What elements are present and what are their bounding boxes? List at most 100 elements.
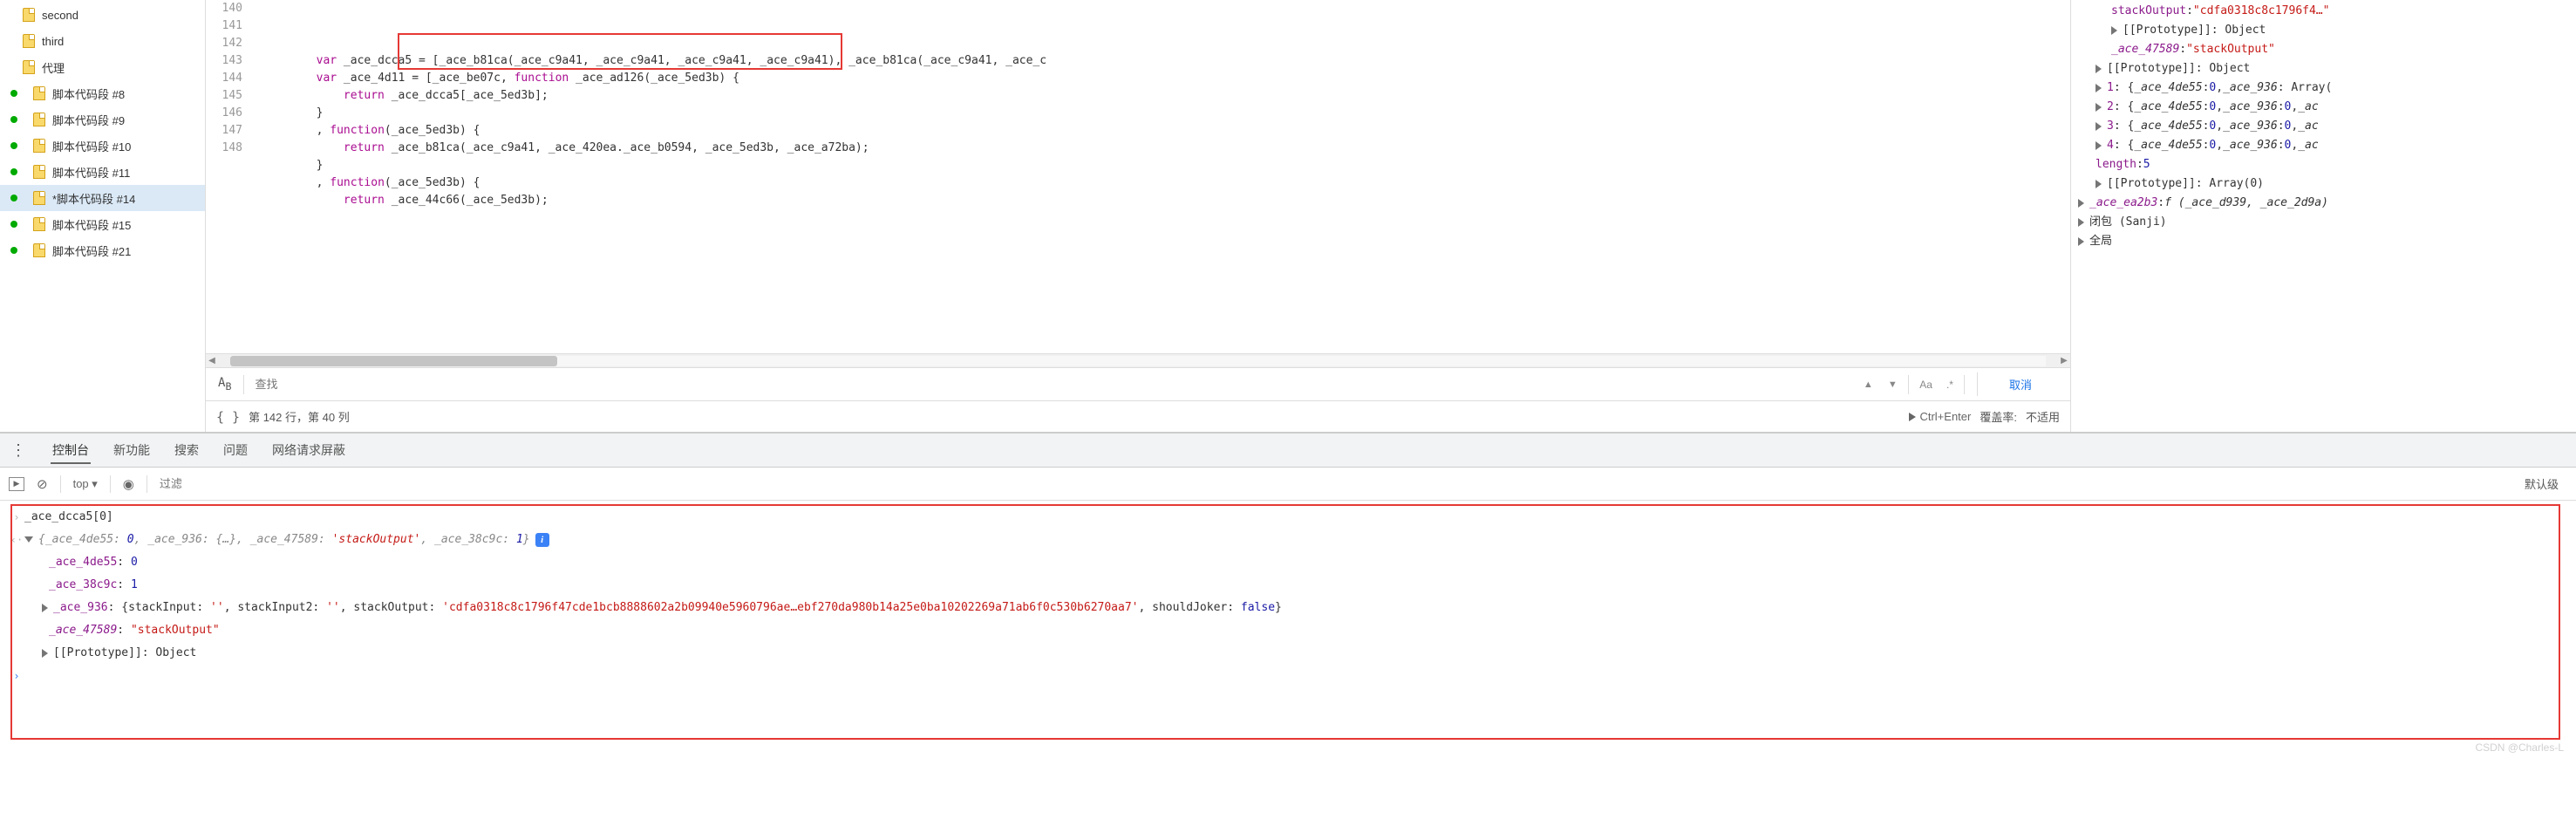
scope-row[interactable]: _ace_ea2b3: f (_ace_d939, _ace_2d9a)	[2075, 194, 2573, 213]
log-levels-selector[interactable]: 默认级	[2516, 475, 2567, 492]
snippet-file-item[interactable]: *脚本代码段 #14	[0, 185, 205, 211]
scope-row[interactable]: _ace_47589: "stackOutput"	[2075, 40, 2573, 59]
expand-icon[interactable]	[2078, 237, 2084, 246]
drawer-tab[interactable]: 搜索	[173, 438, 201, 462]
file-label: 脚本代码段 #8	[52, 85, 125, 102]
modified-dot-icon	[10, 168, 17, 175]
file-label: 代理	[42, 59, 65, 76]
coverage-label: 覆盖率:	[1980, 408, 2017, 425]
find-next-icon[interactable]: ▼	[1884, 376, 1901, 393]
scope-row[interactable]: [[Prototype]]: Array(0)	[2075, 174, 2573, 194]
expand-icon[interactable]	[2111, 26, 2117, 35]
snippet-file-item[interactable]: 脚本代码段 #8	[0, 80, 205, 106]
scope-row[interactable]: stackOutput: "cdfa0318c8c1796f4…"	[2075, 2, 2573, 21]
run-snippet-button[interactable]: Ctrl+Enter	[1909, 410, 1971, 423]
find-cancel-button[interactable]: 取消	[1977, 372, 2063, 396]
expand-icon[interactable]	[2078, 218, 2084, 227]
file-icon	[23, 8, 35, 22]
snippet-file-item[interactable]: second	[0, 2, 205, 28]
scope-row[interactable]: 3: {_ace_4de55: 0, _ace_936: 0, _ac	[2075, 117, 2573, 136]
scope-row[interactable]: 全局	[2075, 232, 2573, 251]
modified-dot-icon	[10, 142, 17, 149]
scope-row[interactable]: length: 5	[2075, 155, 2573, 174]
snippet-file-item[interactable]: 脚本代码段 #11	[0, 159, 205, 185]
scope-row[interactable]: 闭包 (Sanji)	[2075, 213, 2573, 232]
modified-dot-icon	[10, 247, 17, 254]
find-input[interactable]	[251, 374, 1852, 394]
snippet-file-item[interactable]: 脚本代码段 #9	[0, 106, 205, 133]
match-case-toggle[interactable]: Aa	[1916, 379, 1936, 391]
line-gutter: 140141142143144145146147148	[206, 0, 255, 353]
scope-row[interactable]: [[Prototype]]: Object	[2075, 21, 2573, 40]
expand-icon[interactable]	[2096, 122, 2102, 131]
scope-row[interactable]: 4: {_ace_4de55: 0, _ace_936: 0, _ac	[2075, 136, 2573, 155]
file-icon	[33, 243, 45, 257]
find-bar: AB ▲ ▼ Aa .* 取消	[206, 367, 2070, 400]
object-prop[interactable]: _ace_47589: "stackOutput"	[24, 621, 2567, 640]
scroll-left-icon[interactable]: ◀	[206, 356, 218, 365]
clear-console-icon[interactable]: ⊘	[37, 476, 48, 492]
snippet-file-item[interactable]: 脚本代码段 #21	[0, 237, 205, 263]
code-editor-pane: 140141142143144145146147148 var _ace_dcc…	[206, 0, 2070, 432]
file-icon	[23, 34, 35, 48]
console-output[interactable]: › _ace_dcca5[0] ‹· {_ace_4de55: 0, _ace_…	[0, 501, 2576, 762]
scope-row[interactable]: [[Prototype]]: Object	[2075, 59, 2573, 79]
drawer-tab[interactable]: 控制台	[51, 438, 91, 464]
expand-icon[interactable]	[2096, 103, 2102, 112]
file-label: *脚本代码段 #14	[52, 190, 135, 207]
object-proto[interactable]: [[Prototype]]: Object	[24, 644, 2567, 663]
console-filter-input[interactable]	[160, 477, 2504, 490]
scrollbar-thumb[interactable]	[230, 356, 557, 366]
drawer-tab[interactable]: 网络请求屏蔽	[270, 438, 347, 462]
file-label: 脚本代码段 #21	[52, 242, 131, 259]
expand-icon[interactable]	[24, 536, 33, 543]
expand-icon[interactable]	[42, 649, 48, 658]
expand-icon[interactable]	[2078, 199, 2084, 208]
file-label: 脚本代码段 #15	[52, 216, 131, 233]
scope-row[interactable]: 1: {_ace_4de55: 0, _ace_936: Array(	[2075, 79, 2573, 98]
console-prompt-icon[interactable]: ›	[9, 666, 24, 686]
snippet-file-item[interactable]: third	[0, 28, 205, 54]
modified-dot-icon	[10, 221, 17, 228]
horizontal-scrollbar[interactable]: ◀ ▶	[206, 353, 2070, 367]
console-result-summary[interactable]: {_ace_4de55: 0, _ace_936: {…}, _ace_4758…	[24, 530, 2567, 550]
snippet-file-item[interactable]: 代理	[0, 54, 205, 80]
file-icon	[33, 165, 45, 179]
regex-toggle[interactable]: .*	[1943, 379, 1957, 391]
drawer-tab[interactable]: 问题	[221, 438, 249, 462]
file-label: 脚本代码段 #9	[52, 112, 125, 128]
scope-panel[interactable]: stackOutput: "cdfa0318c8c1796f4…"[[Proto…	[2070, 0, 2576, 432]
snippets-file-tree[interactable]: second third 代理脚本代码段 #8 脚本代码段 #9 脚本代码段 #10 脚本…	[0, 0, 206, 432]
console-output-marker: ‹·	[9, 530, 24, 550]
cursor-position: 第 142 行，第 40 列	[249, 408, 350, 425]
context-selector[interactable]: top ▾	[73, 477, 98, 491]
play-icon	[1909, 413, 1916, 421]
expand-icon[interactable]	[2096, 141, 2102, 150]
file-label: 脚本代码段 #11	[52, 164, 130, 181]
scope-row[interactable]: 2: {_ace_4de55: 0, _ace_936: 0, _ac	[2075, 98, 2573, 117]
drawer-menu-icon[interactable]: ⋮	[7, 441, 30, 460]
file-label: third	[42, 35, 64, 48]
drawer-tab[interactable]: 新功能	[112, 438, 152, 462]
pretty-print-icon[interactable]: { }	[216, 409, 240, 425]
object-prop[interactable]: _ace_4de55: 0	[24, 553, 2567, 572]
find-mode-icon[interactable]: AB	[213, 376, 236, 393]
snippet-file-item[interactable]: 脚本代码段 #15	[0, 211, 205, 237]
object-prop[interactable]: _ace_936: {stackInput: '', stackInput2: …	[24, 598, 2567, 618]
snippet-file-item[interactable]: 脚本代码段 #10	[0, 133, 205, 159]
expand-icon[interactable]	[2096, 65, 2102, 73]
file-icon	[33, 191, 45, 205]
object-prop[interactable]: _ace_38c9c: 1	[24, 576, 2567, 595]
modified-dot-icon	[10, 116, 17, 123]
info-icon[interactable]: i	[535, 533, 549, 547]
toggle-sidebar-icon[interactable]: ▶	[9, 477, 24, 491]
find-prev-icon[interactable]: ▲	[1859, 376, 1877, 393]
file-label: 脚本代码段 #10	[52, 138, 131, 154]
expand-icon[interactable]	[42, 604, 48, 612]
expand-icon[interactable]	[2096, 180, 2102, 188]
live-expression-icon[interactable]: ◉	[123, 476, 134, 492]
expand-icon[interactable]	[2096, 84, 2102, 92]
scroll-right-icon[interactable]: ▶	[2058, 356, 2070, 365]
code-content[interactable]: var _ace_dcca5 = [_ace_b81ca(_ace_c9a41,…	[255, 0, 2070, 353]
file-icon	[23, 60, 35, 74]
